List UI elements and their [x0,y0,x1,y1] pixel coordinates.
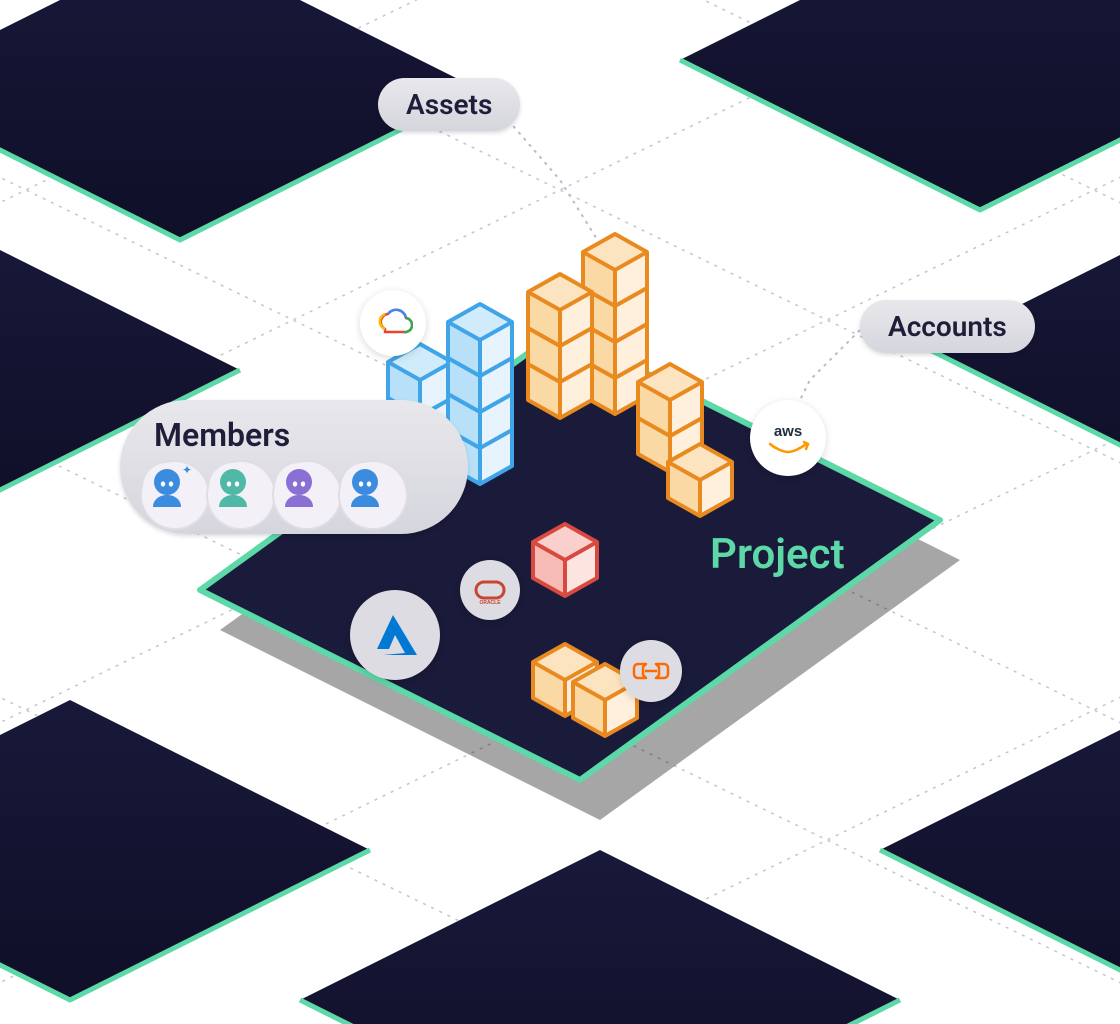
svg-text:✦: ✦ [182,463,192,477]
avatar-purple [272,460,342,530]
gcp-icon [360,290,426,356]
svg-text:ORACLE: ORACLE [479,600,501,606]
accounts-label: Accounts [860,300,1035,353]
avatar-teal [206,460,276,530]
azure-icon [350,590,440,680]
avatar-blue-sparkle: ✦ [140,460,210,530]
assets-label: Assets [378,78,520,131]
member-avatars: ✦ [140,460,404,530]
alibaba-icon [620,640,682,702]
members-label: Members [154,416,290,454]
oracle-icon: ORACLE [460,560,520,620]
svg-text:aws: aws [774,423,802,440]
avatar-blue [338,460,408,530]
diagram-stage: Assets Accounts Members ✦ Project aws OR… [0,0,1120,1024]
project-label: Project [710,530,845,579]
aws-icon: aws [750,400,826,476]
